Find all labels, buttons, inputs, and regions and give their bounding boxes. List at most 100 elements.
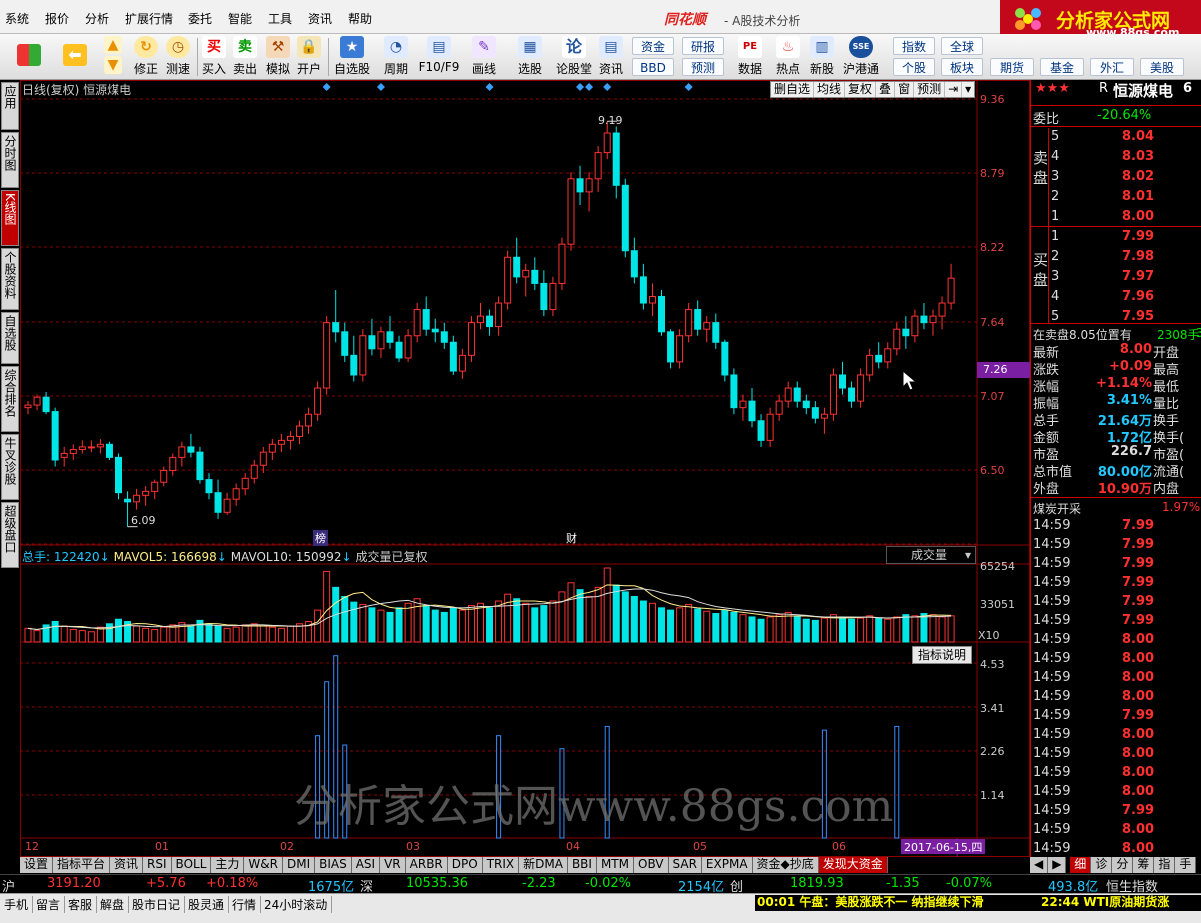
status-service[interactable]: 客服 <box>64 896 98 913</box>
indicator-tab[interactable]: BIAS <box>315 857 352 873</box>
sell-button[interactable]: 卖 卖出 <box>232 36 258 78</box>
tick-row[interactable]: 14:59 8.00 <box>1031 821 1201 840</box>
tick-row[interactable]: 14:59 8.00 <box>1031 688 1201 707</box>
forex-button[interactable]: 外汇 <box>1090 58 1134 76</box>
status-commentary[interactable]: 解盘 <box>96 896 130 913</box>
new-stock-button[interactable]: ▥ 新股 <box>808 36 836 78</box>
indicator-tab[interactable]: DPO <box>447 857 483 873</box>
ask-row[interactable]: 3 8.02 <box>1031 168 1201 187</box>
window-button[interactable]: 窗 <box>895 82 915 97</box>
tab-intraday[interactable]: 分时图 <box>1 132 19 188</box>
tick-row[interactable]: 14:59 8.00 <box>1031 726 1201 745</box>
menu-tools[interactable]: 工具 <box>268 10 292 27</box>
status-message[interactable]: 留言 <box>32 896 66 913</box>
indicator-tab[interactable]: 资讯 <box>110 857 144 873</box>
tab-super-panel[interactable]: 超级盘口 <box>1 502 19 568</box>
indicator-tab[interactable]: BBI <box>567 857 597 873</box>
tick-row[interactable]: 14:59 7.99 <box>1031 574 1201 593</box>
right-panel-tab[interactable]: 手 <box>1175 857 1197 873</box>
tick-row[interactable]: 14:59 8.00 <box>1031 631 1201 650</box>
index-button[interactable]: 指数 <box>893 37 935 55</box>
draw-line-button[interactable]: ✎ 画线 <box>466 36 502 78</box>
indicator-tab[interactable]: 发现大资金 <box>818 857 888 873</box>
bid-row[interactable]: 4 7.96 <box>1031 288 1201 307</box>
right-panel-tab[interactable]: 筹 <box>1133 857 1155 873</box>
right-panel-tab[interactable]: 分 <box>1112 857 1134 873</box>
indicator-tab[interactable]: RSI <box>143 857 172 873</box>
data-button[interactable]: PE 数据 <box>736 36 764 78</box>
indicator-tab[interactable]: TRIX <box>482 857 520 873</box>
tick-row[interactable]: 14:59 7.99 <box>1031 707 1201 726</box>
tick-row[interactable]: 14:59 7.99 <box>1031 555 1201 574</box>
right-panel-tab[interactable]: 诊 <box>1091 857 1113 873</box>
scroll-right-icon[interactable]: ▶ <box>1048 857 1067 873</box>
menu-smart[interactable]: 智能 <box>228 10 252 27</box>
menu-analysis[interactable]: 分析 <box>85 10 109 27</box>
tab-ranking[interactable]: 综合排名 <box>1 366 19 432</box>
status-mobile[interactable]: 手机 <box>0 896 34 913</box>
indicator-tab[interactable]: 指标平台 <box>53 857 111 873</box>
tick-row[interactable]: 14:59 7.99 <box>1031 593 1201 612</box>
indicator-tab[interactable]: VR <box>380 857 406 873</box>
menu-help[interactable]: 帮助 <box>348 10 372 27</box>
stock-button[interactable]: 个股 <box>893 58 935 76</box>
right-panel-tab[interactable]: 指 <box>1154 857 1176 873</box>
tick-row[interactable]: 14:59 8.00 <box>1031 650 1201 669</box>
forecast-button[interactable]: 预测 <box>682 58 724 76</box>
tick-row[interactable]: 14:59 8.00 <box>1031 669 1201 688</box>
global-button[interactable]: 全球 <box>941 37 983 55</box>
right-panel-tab[interactable]: 细 <box>1070 857 1092 873</box>
ma-button[interactable]: 均线 <box>814 82 846 97</box>
period-button[interactable]: ◔ 周期 <box>378 36 414 78</box>
sector-row[interactable]: 煤炭开采 1.97% <box>1031 497 1201 516</box>
tick-row[interactable]: 14:59 7.99 <box>1031 612 1201 631</box>
status-24h[interactable]: 24小时滚动 <box>260 896 333 913</box>
indicator-tab[interactable]: 新DMA <box>519 857 568 873</box>
menu-news[interactable]: 资讯 <box>308 10 332 27</box>
ask-row[interactable]: 4 8.03 <box>1031 148 1201 167</box>
indicator-tab[interactable]: ASI <box>351 857 381 873</box>
indicator-tab[interactable]: 设置 <box>20 857 54 873</box>
volume-indicator-select[interactable]: 成交量 ▾ <box>886 546 976 564</box>
forecast-tool-button[interactable]: 预测 <box>914 82 946 97</box>
tick-row[interactable]: 14:59 7.99 <box>1031 536 1201 555</box>
news-ticker[interactable]: 00:01 午盘：美股涨跌不一 纳指继续下滑 22:44 WTI原油期货涨 <box>755 895 1201 911</box>
futures-button[interactable]: 期货 <box>990 58 1034 76</box>
menu-system[interactable]: 系统 <box>5 10 29 27</box>
funds-tab-button[interactable]: 基金 <box>1040 58 1084 76</box>
speedtest-button[interactable]: ◷ 测速 <box>162 36 194 78</box>
bid-row[interactable]: 2 7.98 <box>1031 248 1201 267</box>
indicator-tab[interactable]: 资金◆抄底 <box>752 857 819 873</box>
sector-button[interactable]: 板块 <box>941 58 983 76</box>
tab-apps[interactable]: 应用 <box>1 82 19 130</box>
bid-row[interactable]: 1 7.99 <box>1031 228 1201 247</box>
layout-button[interactable] <box>14 36 44 78</box>
indicator-tab[interactable]: ARBR <box>405 857 448 873</box>
indicator-description-button[interactable]: 指标说明 <box>912 646 972 664</box>
kline-chart[interactable] <box>20 80 1030 857</box>
simulate-button[interactable]: ⚒ 模拟 <box>263 36 293 78</box>
menu-quote[interactable]: 报价 <box>45 10 69 27</box>
scroll-left-icon[interactable]: ◀ <box>1030 857 1049 873</box>
status-gulingtong[interactable]: 股灵通 <box>184 896 230 913</box>
tick-row[interactable]: 14:59 7.99 <box>1031 802 1201 821</box>
stock-picker-button[interactable]: ▦ 选股 <box>512 36 548 78</box>
bid-row[interactable]: 3 7.97 <box>1031 268 1201 287</box>
bbd-button[interactable]: BBD <box>632 58 674 76</box>
indicator-tab[interactable]: OBV <box>634 857 669 873</box>
pin-icon[interactable]: ⇥ <box>945 82 963 97</box>
menu-trade[interactable]: 委托 <box>188 10 212 27</box>
ask-row[interactable]: 5 8.04 <box>1031 128 1201 147</box>
tick-row[interactable]: 14:59 8.00 <box>1031 783 1201 802</box>
buy-button[interactable]: 买 买入 <box>201 36 227 78</box>
status-diary[interactable]: 股市日记 <box>128 896 186 913</box>
index-ticker[interactable]: 沪 3191.20 +5.76 +0.18% 1675亿 深 10535.36 … <box>0 874 1201 895</box>
status-quotes[interactable]: 行情 <box>228 896 262 913</box>
indicator-tab[interactable]: EXPMA <box>701 857 753 873</box>
us-stock-button[interactable]: 美股 <box>1140 58 1184 76</box>
hk-connect-button[interactable]: SSE 沪港通 <box>842 36 880 78</box>
tab-watchlist[interactable]: 自选股 <box>1 312 19 364</box>
overlay-button[interactable]: 叠 <box>876 82 896 97</box>
event-label-rank[interactable]: 榜 <box>313 530 328 546</box>
indicator-tab[interactable]: W&R <box>244 857 283 873</box>
